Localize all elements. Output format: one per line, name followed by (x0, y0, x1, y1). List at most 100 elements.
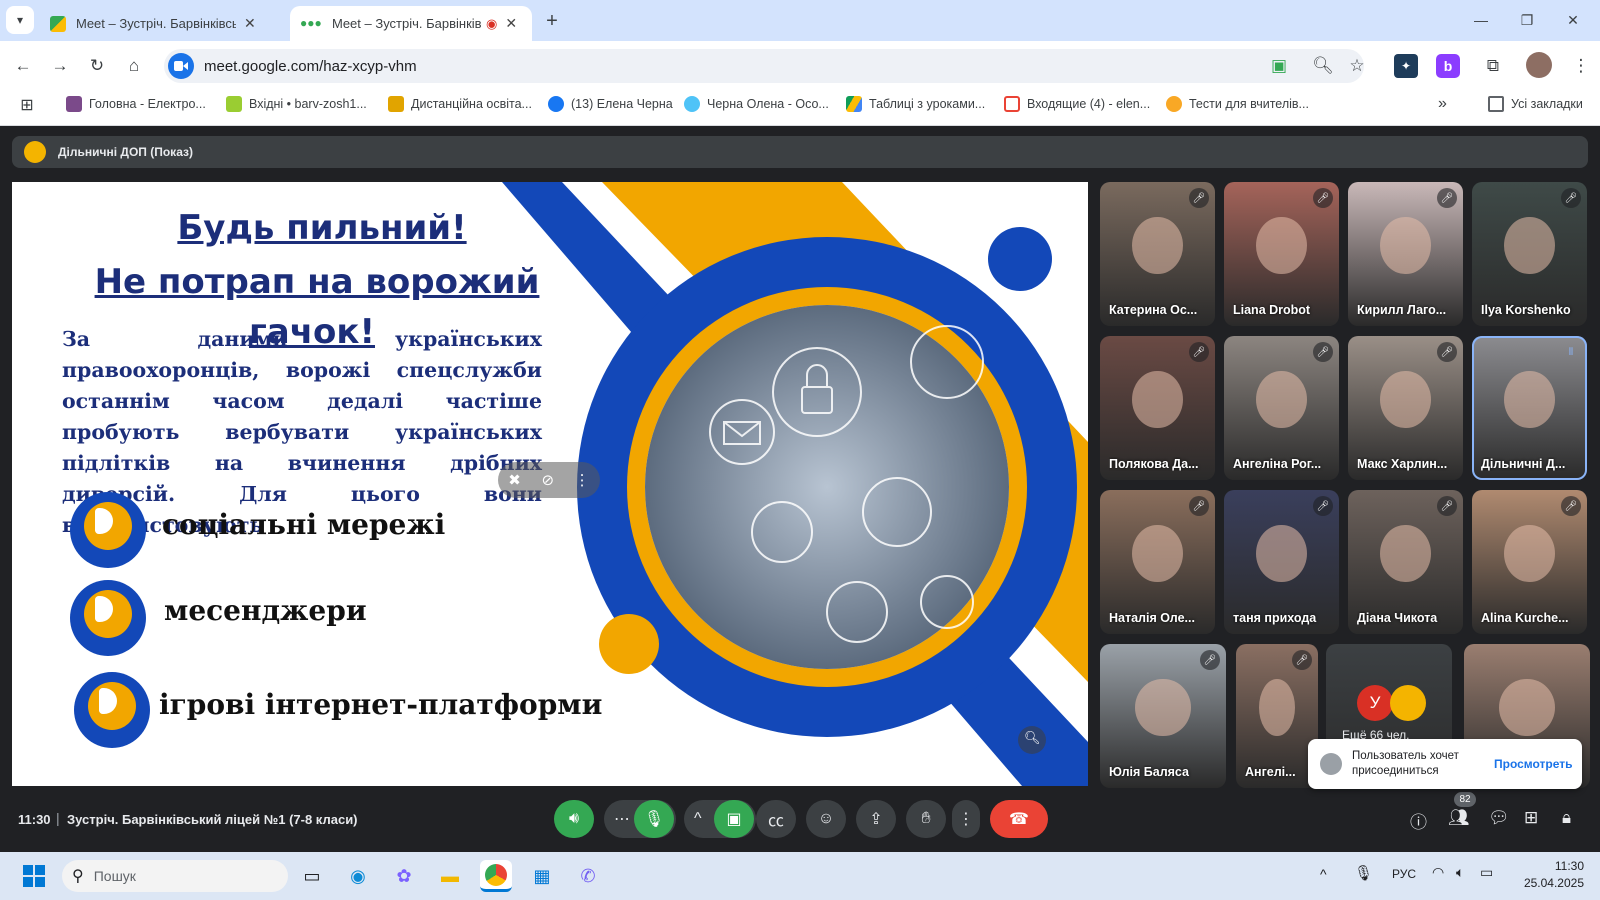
extensions-puzzle-icon[interactable]: ⧉ (1478, 51, 1508, 81)
speaker-button[interactable]: 🔊︎ (554, 800, 594, 838)
new-tab-button[interactable]: + (537, 6, 567, 36)
participant-tile[interactable]: 🎤︎ Alina Kurche... (1472, 490, 1587, 634)
meeting-info-icon[interactable]: ⓘ (1410, 808, 1427, 833)
bookmark-item[interactable]: (13) Елена Черна (548, 93, 673, 115)
people-icon[interactable]: 👥︎ (1448, 808, 1470, 828)
raise-hand-button[interactable]: ✋︎ (906, 800, 946, 838)
microsoft-store-icon[interactable]: ▦ (526, 860, 558, 892)
facebook-icon (548, 96, 564, 112)
participant-tile[interactable]: 🎤︎ Діана Чикота (1348, 490, 1463, 634)
participant-tile[interactable]: 🎤︎ Кирилл Лаго... (1348, 182, 1463, 326)
pin-off-icon[interactable]: ✖ (508, 471, 521, 489)
participant-tile[interactable]: 🎤︎ таня прихода (1224, 490, 1339, 634)
join-request-text: Пользователь хочет присоединиться (1352, 750, 1459, 777)
extension-b-icon[interactable]: b (1436, 54, 1460, 78)
home-icon[interactable]: ⌂ (119, 51, 149, 81)
participant-tile[interactable]: 🎤︎ Макс Харлин... (1348, 336, 1463, 480)
participant-name: Діана Чикота (1357, 611, 1438, 625)
participant-video (1135, 678, 1191, 737)
wifi-icon[interactable]: ◠ (1432, 864, 1444, 881)
audio-more-icon[interactable]: ⋯ (614, 809, 630, 829)
participant-tile[interactable]: 🎤︎ Ангеліна Рог... (1224, 336, 1339, 480)
bookmark-item[interactable]: Черна Олена - Осо... (684, 93, 829, 115)
mic-off-icon: 🎤︎ (1189, 188, 1209, 208)
participant-tile[interactable]: 🎤︎ Ангелі... (1236, 644, 1318, 788)
present-button[interactable]: ⇪ (856, 800, 896, 838)
bookmark-item[interactable]: Тести для вчителів... (1166, 93, 1309, 115)
participant-tile[interactable]: 🎤︎ Юлія Баляса (1100, 644, 1226, 788)
participant-tile[interactable]: 🎤︎ Полякова Да... (1100, 336, 1215, 480)
participant-tile[interactable]: 🎤︎ Катерина Ос... (1100, 182, 1215, 326)
bookmark-label: Таблиці з уроками... (869, 97, 986, 111)
bookmarks-overflow-button[interactable]: » (1438, 93, 1447, 115)
activities-grid-icon[interactable]: ⊞ (1524, 808, 1538, 828)
tray-microphone-icon[interactable]: 🎙︎ (1354, 864, 1373, 882)
battery-icon[interactable]: ▭ (1480, 864, 1493, 881)
reactions-button[interactable]: ☺ (806, 800, 846, 838)
taskbar-search[interactable]: ⚲ Пошук (62, 860, 288, 892)
bookmark-item[interactable]: Входящие (4) - elen... (1004, 93, 1150, 115)
camera-in-use-icon[interactable]: ▣ (1264, 51, 1294, 81)
more-options-button[interactable]: ⋮ (952, 800, 980, 838)
snowflake-icon (684, 96, 700, 112)
tray-chevron-up-icon[interactable]: ^ (1320, 866, 1327, 882)
edge-icon[interactable]: ◉ (342, 860, 374, 892)
camera-button[interactable]: ▣ (714, 800, 754, 838)
apps-grid-icon[interactable]: ⊞ (12, 90, 42, 120)
volume-icon[interactable]: 🔈︎ (1456, 864, 1464, 881)
participant-name: Кирилл Лаго... (1357, 303, 1447, 317)
viber-icon[interactable]: ✆ (572, 860, 604, 892)
chevron-up-icon[interactable]: ^ (694, 810, 702, 828)
keyboard-language[interactable]: РУС (1392, 867, 1416, 881)
shared-slide: Будь пильний! Не потрап на ворожий гачок… (12, 182, 1088, 786)
close-window-button[interactable]: ✕ (1558, 5, 1588, 35)
back-arrow-icon[interactable]: ← (8, 51, 38, 81)
bookmark-item[interactable]: Дистанційна освіта... (388, 93, 532, 115)
bookmark-star-icon[interactable]: ☆ (1342, 51, 1372, 81)
tab-search-chevron-icon[interactable]: ▾ (6, 6, 34, 34)
slide-bullet-2: месенджери (164, 594, 367, 627)
forward-arrow-icon[interactable]: → (45, 51, 75, 81)
close-tab-icon[interactable]: ✕ (244, 15, 256, 32)
leave-call-button[interactable]: ☎︎ (990, 800, 1048, 838)
bookmark-item[interactable]: Таблиці з уроками... (846, 93, 985, 115)
address-bar[interactable]: meet.google.com/haz-xcyp-vhm (164, 49, 1364, 83)
chat-icon[interactable]: 💬︎ (1488, 808, 1510, 828)
maximize-button[interactable]: ❐ (1512, 5, 1542, 35)
zoom-slide-icon[interactable]: 🔍︎ (1024, 730, 1041, 746)
menu-kebab-icon[interactable]: ⋮ (1566, 51, 1596, 81)
tab-meet-2-active[interactable]: ●●● Meet – Зустріч. Барвінківс ◉ ✕ (290, 6, 532, 41)
chrome-icon[interactable] (480, 860, 512, 892)
file-explorer-icon[interactable]: ▬ (434, 860, 466, 892)
taskbar-clock[interactable]: 11:30 25.04.2025 (1520, 858, 1584, 892)
all-bookmarks-button[interactable]: Усі закладки (1488, 93, 1583, 115)
folder-outline-icon (1488, 96, 1504, 112)
tab-meet-1[interactable]: Meet – Зустріч. Барвінківський ✕ (40, 6, 286, 41)
mic-off-icon: 🎤︎ (1292, 650, 1312, 670)
participant-tile[interactable]: 🎤︎ Наталія Оле... (1100, 490, 1215, 634)
site-info-icon[interactable] (168, 53, 194, 79)
mute-tile-icon[interactable]: ⊘ (541, 471, 554, 489)
bookmark-item[interactable]: Головна - Електро... (66, 93, 206, 115)
view-request-button[interactable]: Просмотреть (1494, 757, 1573, 771)
reload-icon[interactable]: ↻ (82, 51, 112, 81)
task-view-icon[interactable]: ▭ (296, 860, 328, 892)
participant-tile[interactable]: ⦀ Дільничні Д... (1472, 336, 1587, 480)
host-controls-lock-icon[interactable]: 🔒︎ (1562, 808, 1571, 828)
microphone-button[interactable]: 🎙︎ (634, 800, 674, 838)
bookmark-label: Дистанційна освіта... (411, 97, 532, 111)
windows-start-icon[interactable] (18, 860, 50, 892)
tile-more-options-icon[interactable]: ⋮ (575, 471, 590, 489)
profile-avatar[interactable] (1526, 52, 1552, 78)
clock-time: 11:30 (1554, 859, 1584, 873)
copilot-icon[interactable]: ✿ (388, 860, 420, 892)
extension-icon[interactable]: ✦ (1394, 54, 1418, 78)
participant-tile[interactable]: 🎤︎ Liana Drobot (1224, 182, 1339, 326)
presenter-label: Дільничні ДОП (Показ) (58, 145, 193, 159)
minimize-button[interactable]: — (1466, 5, 1496, 35)
bookmark-item[interactable]: Вхідні • barv-zosh1... (226, 93, 367, 115)
captions-button[interactable]: ㏄ (756, 800, 796, 838)
participant-tile[interactable]: 🎤︎ Ilya Korshenko (1472, 182, 1587, 326)
zoom-icon[interactable]: 🔍︎ (1308, 51, 1338, 81)
close-tab-icon[interactable]: ✕ (505, 15, 517, 32)
